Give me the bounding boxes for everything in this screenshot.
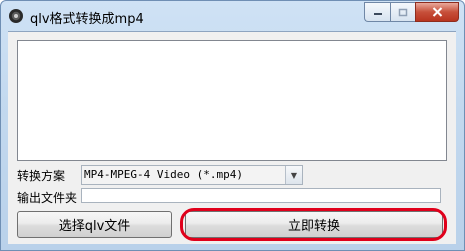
format-select[interactable]: MP4-MPEG-4 Video (*.mp4) ▼ — [81, 165, 303, 185]
select-qlv-file-button[interactable]: 选择qlv文件 — [17, 211, 172, 238]
log-textarea[interactable] — [17, 40, 447, 161]
maximize-icon — [398, 8, 408, 16]
output-folder-label: 输出文件夹 — [17, 191, 78, 205]
title-bar[interactable]: qlv格式转换成mp4 — [1, 1, 464, 31]
caption-buttons — [364, 2, 459, 22]
app-logo-icon — [9, 9, 23, 23]
format-selected-value: MP4-MPEG-4 Video (*.mp4) — [84, 168, 243, 181]
format-label: 转换方案 — [17, 169, 66, 183]
chevron-down-icon[interactable]: ▼ — [285, 166, 302, 184]
close-button[interactable] — [415, 2, 459, 22]
maximize-button[interactable] — [390, 2, 415, 22]
app-window: qlv格式转换成mp4 转换方案 MP4-MPEG-4 Video (*.mp4… — [0, 0, 465, 251]
output-folder-input[interactable] — [81, 188, 441, 203]
client-area: 转换方案 MP4-MPEG-4 Video (*.mp4) ▼ 输出文件夹 选择… — [8, 31, 456, 244]
convert-now-button[interactable]: 立即转换 — [185, 211, 443, 238]
minimize-button[interactable] — [364, 2, 390, 22]
window-title: qlv格式转换成mp4 — [30, 12, 144, 27]
minimize-icon — [373, 13, 382, 15]
close-icon — [432, 7, 442, 17]
